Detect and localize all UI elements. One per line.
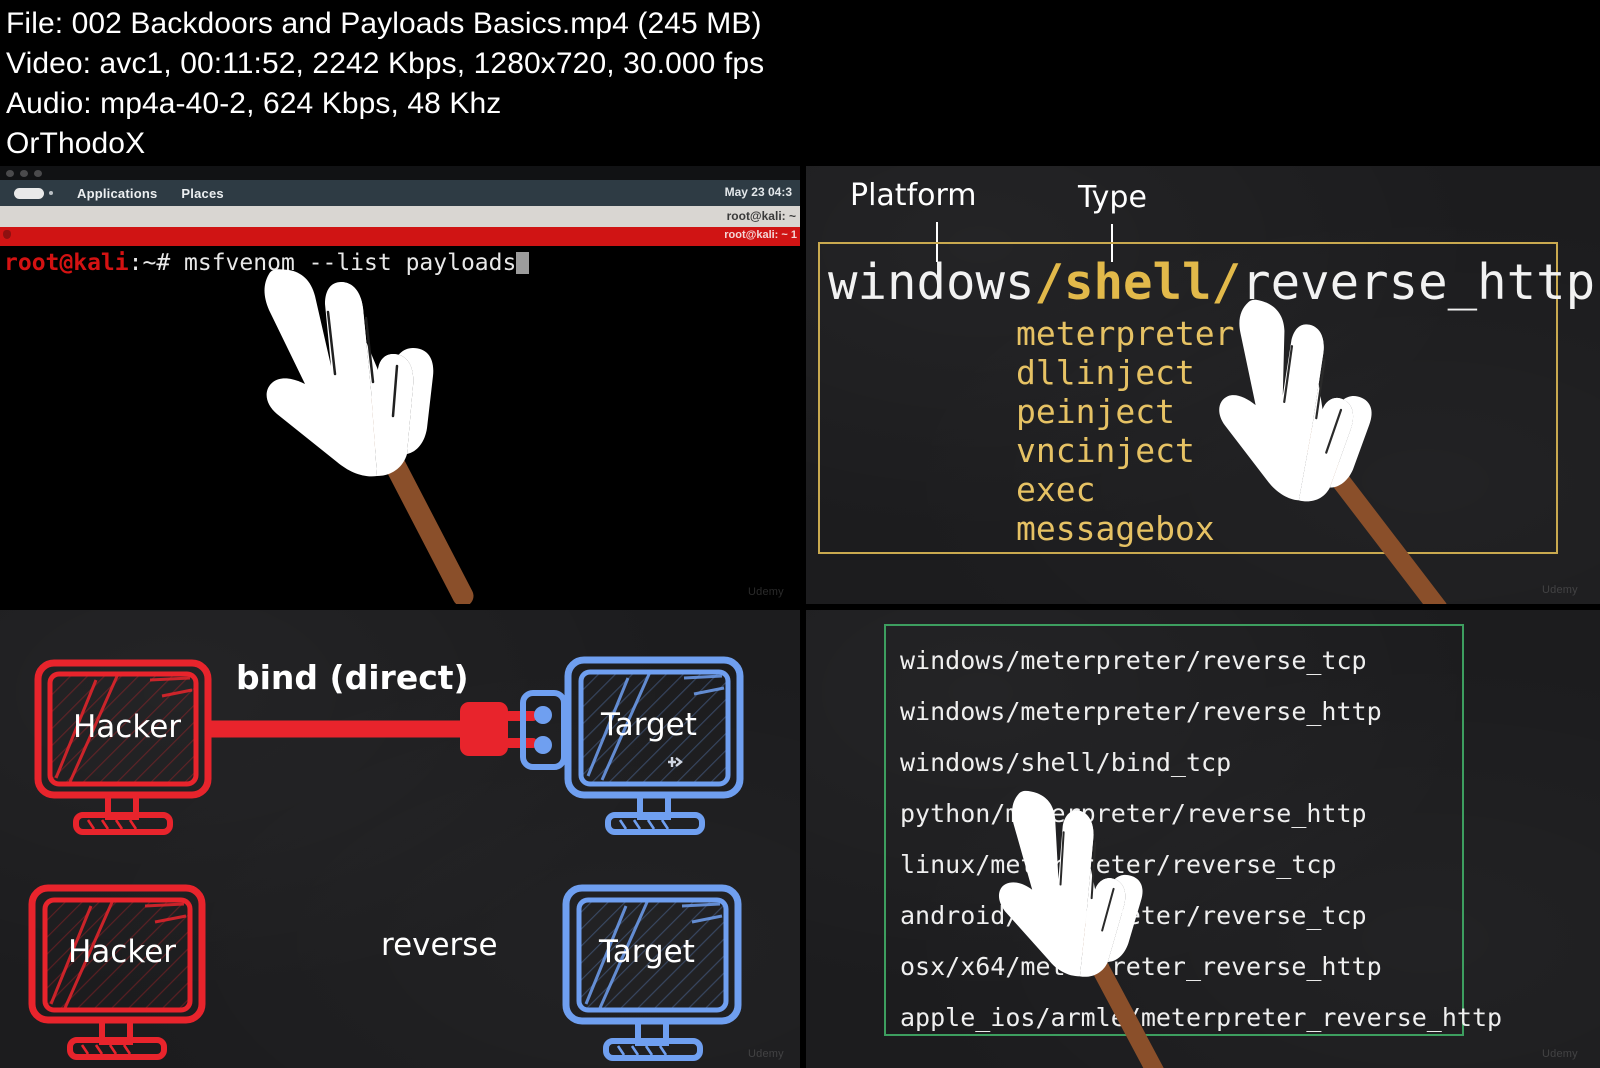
payload-item-8[interactable]: apple_ios/armle/meterpreter_reverse_http — [900, 1003, 1502, 1032]
payload-type-options: meterpreter dllinject peinject vncinject… — [1016, 314, 1235, 548]
label-target-reverse: Target — [599, 934, 695, 970]
payload-item-1[interactable]: windows/meterpreter/reverse_tcp — [900, 646, 1502, 675]
payload-type: shell — [1064, 254, 1212, 311]
payload-item-7[interactable]: osx/x64/meterpreter_reverse_http — [900, 952, 1502, 981]
payload-item-2[interactable]: windows/meterpreter/reverse_http — [900, 697, 1502, 726]
label-hacker-reverse: Hacker — [68, 934, 177, 970]
payload-direction: reverse_http — [1241, 254, 1596, 311]
kali-menu-chevron-icon[interactable] — [49, 191, 53, 195]
header-line-video: Video: avc1, 00:11:52, 2242 Kbps, 1280x7… — [6, 47, 765, 80]
frame-terminal: Applications Places May 23 04:3 root@kal… — [0, 166, 800, 604]
terminal-command: msfvenom --list payloads — [184, 250, 517, 276]
window-dot-3-icon — [34, 170, 42, 177]
hacker-monitor-reverse — [28, 884, 206, 1060]
payload-item-3[interactable]: windows/shell/bind_tcp — [900, 748, 1502, 777]
label-platform: Platform — [850, 178, 977, 213]
header-line-audio: Audio: mp4a-40-2, 624 Kbps, 48 Khz — [6, 87, 502, 120]
payload-sep-1: / — [1034, 254, 1065, 311]
payload-platform: windows — [828, 254, 1035, 311]
kali-top-panel: Applications Places May 23 04:3 — [0, 180, 800, 206]
hacker-monitor-bind — [34, 659, 212, 835]
bind-socket-icon — [520, 690, 567, 770]
frame-payload-anatomy: Platform Type windows/shell/reverse_http… — [806, 166, 1600, 604]
type-option-peinject[interactable]: peinject — [1016, 392, 1235, 431]
terminal-body[interactable]: root@kali:~# msfvenom --list payloads — [0, 246, 800, 604]
payload-item-4[interactable]: python/meterpreter/reverse_http — [900, 799, 1502, 828]
payload-string: windows/shell/reverse_http — [828, 254, 1595, 311]
terminal-tab-active[interactable]: root@kali: ~ 1 — [0, 227, 800, 246]
udemy-watermark-tl: Udemy — [748, 586, 784, 598]
payload-list: windows/meterpreter/reverse_tcp windows/… — [900, 646, 1502, 1054]
terminal-prompt-user: root@kali — [4, 250, 129, 276]
type-option-exec[interactable]: exec — [1016, 470, 1235, 509]
label-type: Type — [1078, 180, 1147, 215]
window-dot-2-icon — [20, 170, 28, 177]
frame-payload-examples: windows/meterpreter/reverse_tcp windows/… — [806, 610, 1600, 1068]
type-option-vncinject[interactable]: vncinject — [1016, 431, 1235, 470]
terminal-prompt-line: root@kali:~# msfvenom --list payloads — [4, 250, 530, 276]
terminal-cursor — [516, 252, 530, 274]
header-line-uploader: OrThodoX — [6, 127, 146, 160]
label-reverse: reverse — [381, 927, 498, 963]
terminal-tab-active-title: root@kali: ~ 1 — [724, 229, 797, 241]
label-hacker-bind: Hacker — [73, 709, 182, 745]
terminal-prompt-path: :~# — [128, 250, 185, 276]
window-dots-bar — [0, 166, 800, 180]
label-target-bind: Target — [601, 707, 697, 743]
target-monitor-bind — [564, 656, 744, 835]
udemy-watermark-br: Udemy — [1542, 1048, 1578, 1060]
type-option-meterpreter[interactable]: meterpreter — [1016, 314, 1235, 353]
frame-bind-reverse-diagram: bind (direct) Hacker Target reverse Hack… — [0, 610, 800, 1068]
pointer-hand-terminal — [245, 266, 575, 604]
udemy-watermark-tr: Udemy — [1542, 584, 1578, 596]
payload-sep-2: / — [1211, 254, 1242, 311]
video-frames-grid: Applications Places May 23 04:3 root@kal… — [0, 166, 1600, 1068]
window-dot-1-icon — [6, 170, 14, 177]
menu-places[interactable]: Places — [181, 186, 223, 201]
kali-menu-icon[interactable] — [14, 187, 44, 199]
udemy-watermark-bl: Udemy — [748, 1048, 784, 1060]
payload-item-5[interactable]: linux/meterpreter/reverse_tcp — [900, 850, 1502, 879]
kali-dragon-icon — [3, 230, 11, 239]
label-bind-direct: bind (direct) — [236, 658, 469, 697]
menu-applications[interactable]: Applications — [77, 186, 157, 201]
system-clock: May 23 04:3 — [724, 185, 792, 199]
payload-item-6[interactable]: android/meterpreter/reverse_tcp — [900, 901, 1502, 930]
target-monitor-reverse — [562, 884, 742, 1061]
terminal-tab-inactive[interactable]: root@kali: ~ — [0, 206, 800, 227]
type-option-dllinject[interactable]: dllinject — [1016, 353, 1235, 392]
terminal-tab-inactive-title: root@kali: ~ — [726, 209, 796, 223]
header-line-file: File: 002 Backdoors and Payloads Basics.… — [6, 7, 762, 40]
type-option-messagebox[interactable]: messagebox — [1016, 509, 1235, 548]
file-info-header: File: 002 Backdoors and Payloads Basics.… — [0, 0, 1600, 166]
screenshot-root: File: 002 Backdoors and Payloads Basics.… — [0, 0, 1600, 1068]
